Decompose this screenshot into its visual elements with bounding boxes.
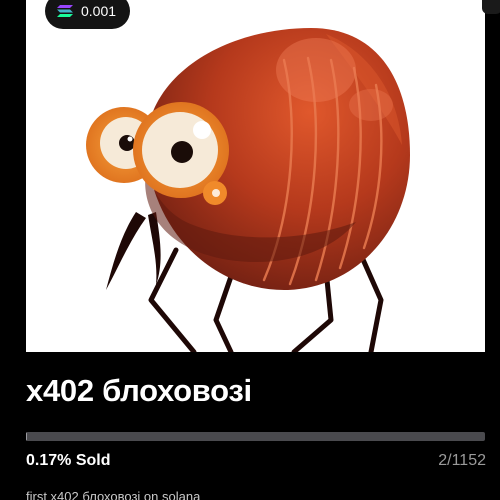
price-value: 0.001: [81, 3, 117, 19]
price-badge[interactable]: 0.001: [45, 0, 131, 29]
solana-icon: [57, 5, 73, 17]
token-card: 0.001 x402 блоховозі 0.17% Sold 2/1152 f…: [0, 0, 500, 500]
sold-progress-bar: [26, 432, 485, 441]
sold-count: 2/1152: [438, 452, 486, 469]
token-title: x402 блоховозі: [26, 373, 252, 408]
menu-button[interactable]: [482, 0, 500, 14]
token-artwork[interactable]: [26, 0, 485, 352]
sold-percent: 0.17% Sold: [26, 452, 111, 469]
token-description: first x402 блоховозі on solana: [26, 489, 201, 500]
flea-illustration: [86, 28, 410, 352]
sold-progress-fill: [26, 432, 27, 441]
